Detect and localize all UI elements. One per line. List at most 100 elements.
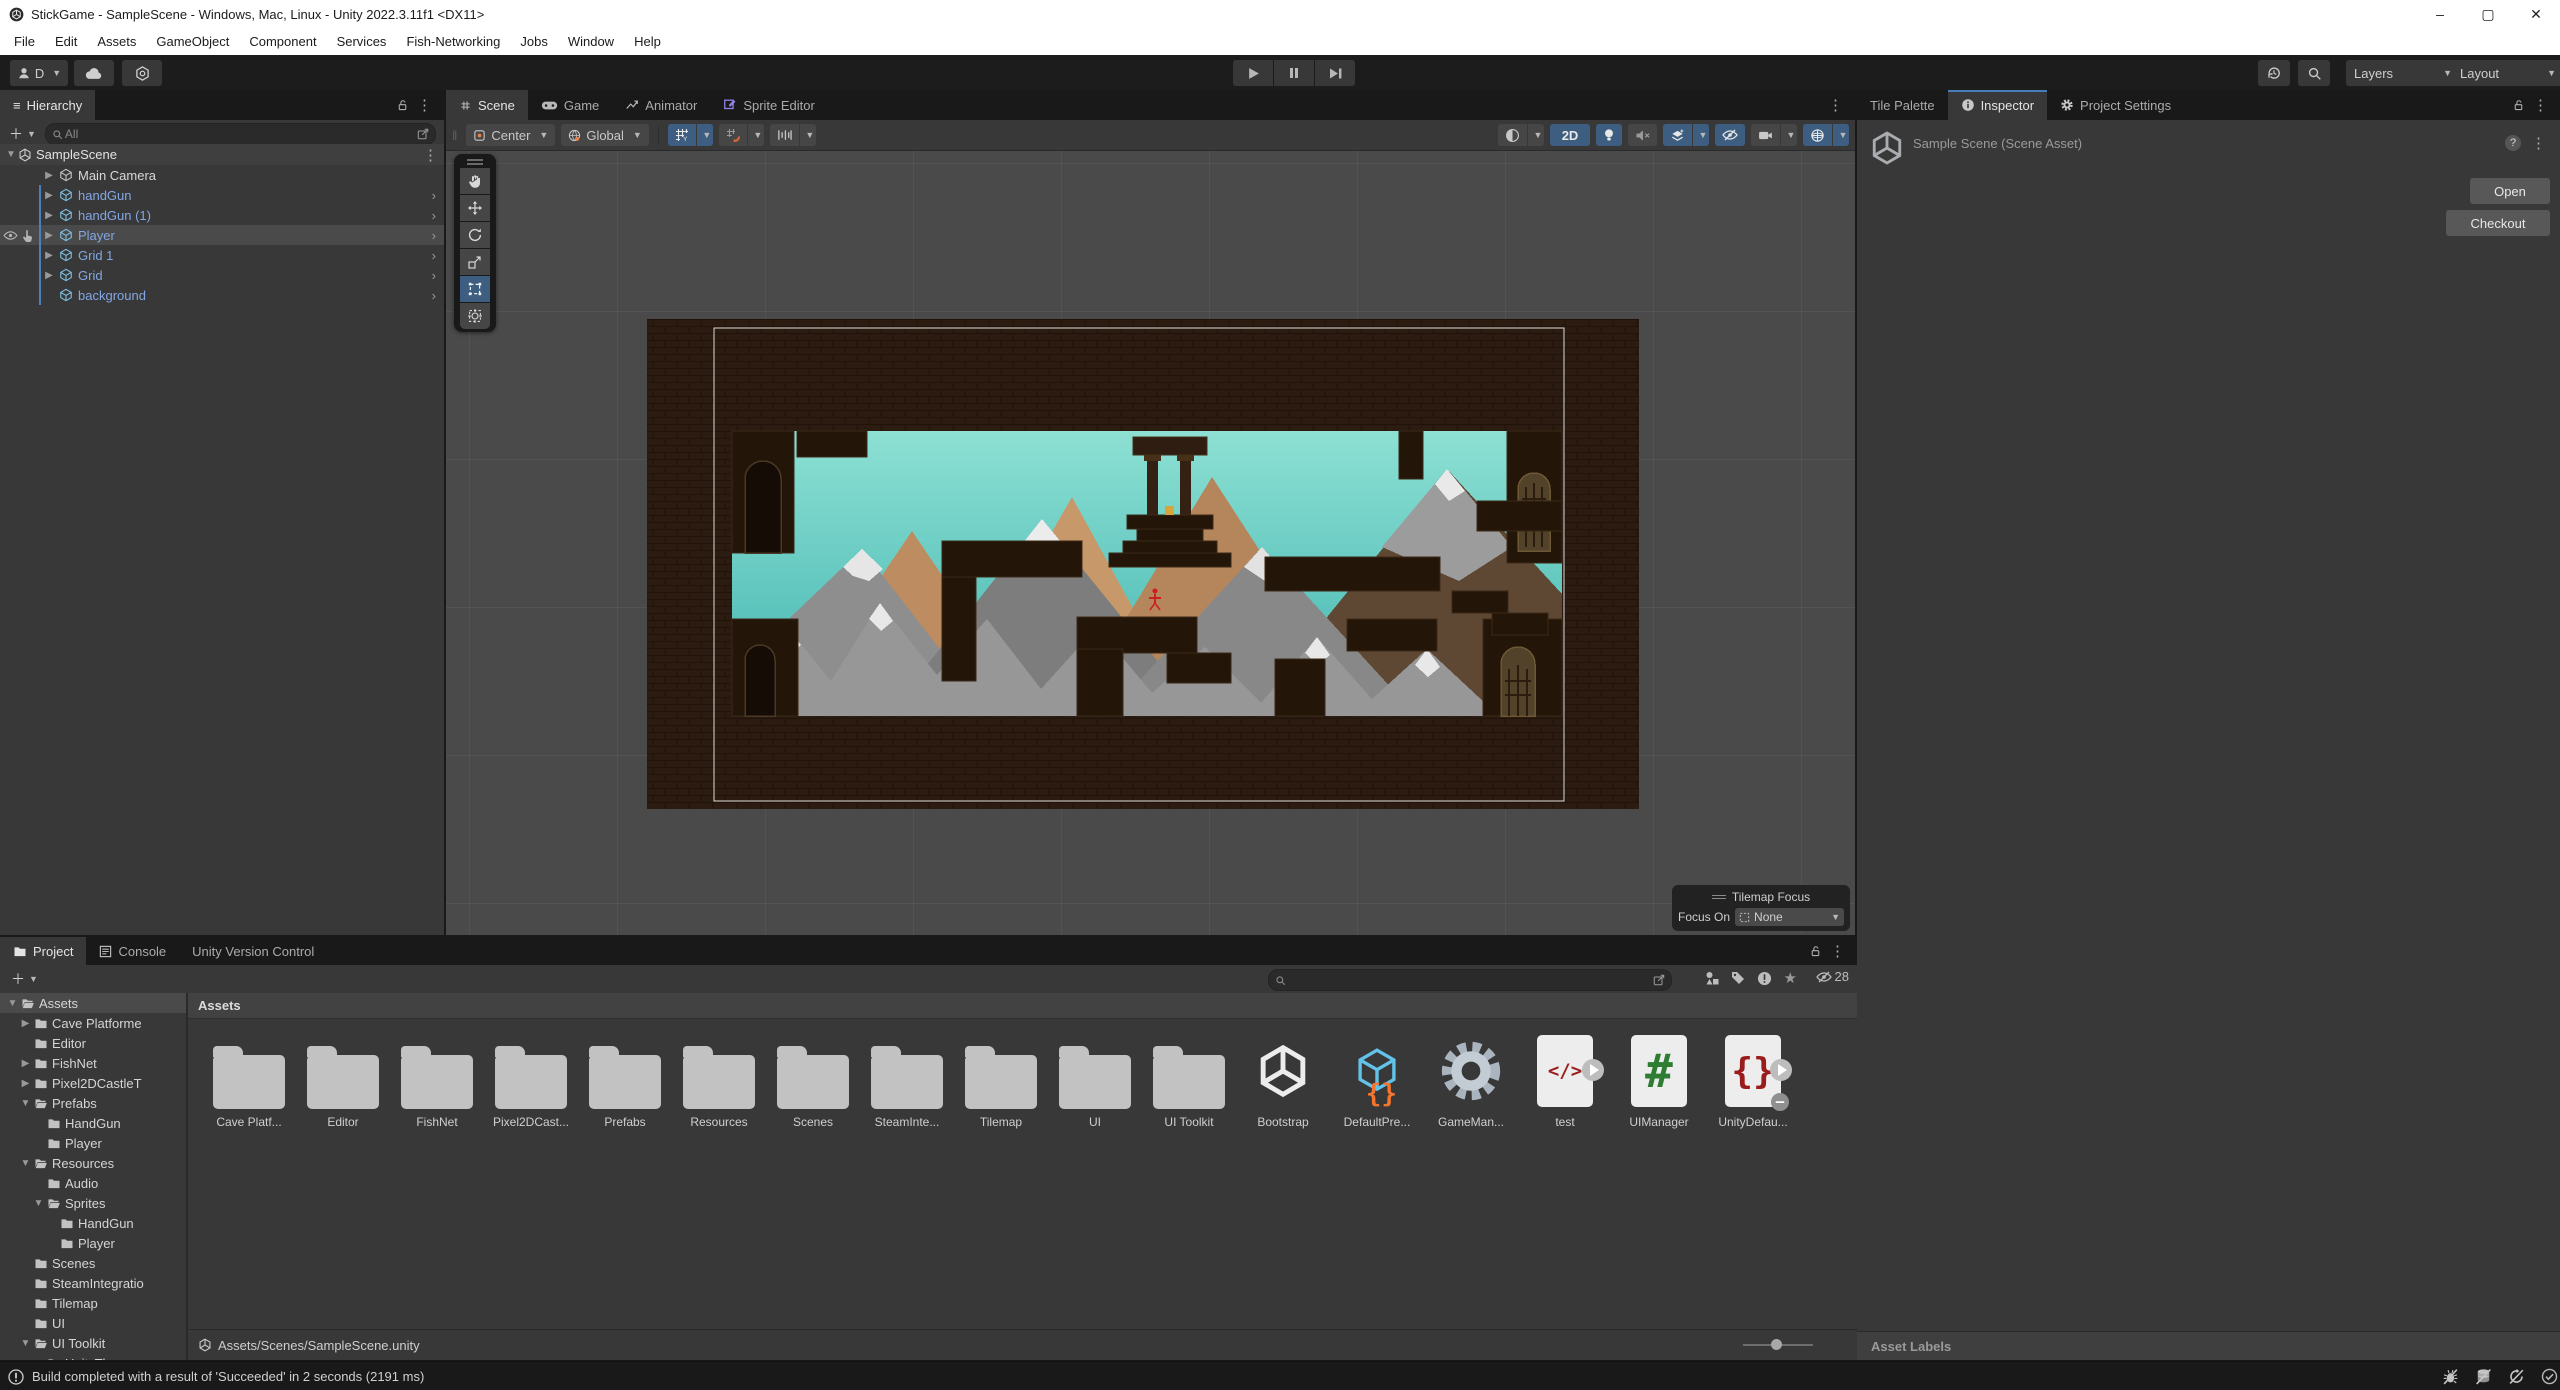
lock-icon[interactable]	[1809, 945, 1822, 958]
expand-arrow-icon[interactable]: ▶	[41, 270, 57, 281]
gizmos-dropdown[interactable]: ▼	[1833, 124, 1849, 146]
scene-lighting-toggle[interactable]	[1596, 124, 1622, 146]
kebab-menu-icon[interactable]: ⋮	[2527, 96, 2554, 114]
tab-console[interactable]: Console	[86, 937, 179, 965]
drag-handle-icon[interactable]: ‖	[452, 128, 458, 143]
drag-handle-icon[interactable]	[1712, 893, 1726, 901]
project-tree-item[interactable]: ▶FishNet	[0, 1053, 186, 1073]
prefab-open-chevron-icon[interactable]: ›	[432, 288, 436, 303]
2d-mode-toggle[interactable]: 2D	[1550, 124, 1590, 146]
scale-tool[interactable]	[460, 249, 490, 275]
add-gameobject-button[interactable]: ＋▼	[4, 124, 41, 144]
picker-icon[interactable]	[1653, 974, 1665, 986]
expand-arrow-icon[interactable]: ▶	[41, 190, 57, 201]
grid-snapping-dropdown[interactable]: ▼	[697, 124, 713, 146]
gizmos-toggle[interactable]	[1803, 124, 1832, 146]
project-tree-item[interactable]: ▼Resources	[0, 1153, 186, 1173]
global-search-button[interactable]	[2298, 60, 2330, 86]
create-asset-button[interactable]: ＋▼	[6, 969, 43, 989]
expand-arrow-icon[interactable]: ▼	[32, 1198, 45, 1209]
project-tree-item[interactable]: HandGun	[0, 1113, 186, 1133]
visibility-eye-icon[interactable]	[3, 230, 18, 241]
checkout-button[interactable]: Checkout	[2446, 210, 2550, 236]
tab-scene[interactable]: Scene	[446, 90, 528, 120]
project-tree-item[interactable]: Tilemap	[0, 1293, 186, 1313]
hierarchy-item[interactable]: ▶Main Camera	[0, 165, 444, 185]
prefab-open-chevron-icon[interactable]: ›	[432, 268, 436, 283]
icon-size-slider[interactable]	[1743, 1344, 1813, 1346]
tab-unity-version-control[interactable]: Unity Version Control	[179, 937, 327, 965]
hierarchy-scene-row[interactable]: ▼ SampleScene ⋮	[0, 144, 444, 165]
search-by-label-icon[interactable]	[1731, 971, 1745, 985]
asset-item[interactable]: UI Toolkit	[1142, 1031, 1236, 1129]
step-button[interactable]	[1315, 60, 1355, 86]
minimize-button[interactable]: –	[2416, 0, 2464, 28]
pickability-hand-icon[interactable]	[21, 229, 33, 242]
project-tree-item[interactable]: ▼Sprites	[0, 1193, 186, 1213]
asset-item[interactable]: Bootstrap	[1236, 1031, 1330, 1129]
favorites-star-icon[interactable]: ★	[1784, 969, 1797, 987]
snap-dropdown[interactable]: ▼	[748, 124, 764, 146]
tab-game[interactable]: Game	[528, 90, 612, 120]
expand-arrow-icon[interactable]: ▶	[19, 1018, 32, 1029]
asset-item[interactable]: Prefabs	[578, 1031, 672, 1129]
menu-window[interactable]: Window	[558, 34, 624, 49]
project-tree-item[interactable]: Audio	[0, 1173, 186, 1193]
tab-hierarchy[interactable]: ≡ Hierarchy	[0, 90, 95, 120]
rotate-tool[interactable]	[460, 222, 490, 248]
status-message[interactable]: Build completed with a result of 'Succee…	[32, 1369, 424, 1384]
prefab-open-chevron-icon[interactable]: ›	[432, 188, 436, 203]
search-importlog-icon[interactable]	[1757, 971, 1772, 986]
hidden-objects-toggle[interactable]	[1715, 124, 1745, 146]
help-icon[interactable]: ?	[2505, 135, 2521, 151]
hierarchy-item[interactable]: background›	[0, 285, 444, 305]
kebab-menu-icon[interactable]: ⋮	[417, 146, 444, 164]
handle-space-dropdown[interactable]: Global ▼	[561, 124, 649, 146]
menu-assets[interactable]: Assets	[87, 34, 146, 49]
search-by-type-icon[interactable]	[1705, 971, 1719, 985]
project-tree-item[interactable]: Player	[0, 1233, 186, 1253]
rect-tool[interactable]	[460, 276, 490, 302]
expand-arrow-icon[interactable]: ▶	[19, 1058, 32, 1069]
camera-dropdown[interactable]: ▼	[1781, 124, 1797, 146]
asset-item[interactable]: UI	[1048, 1031, 1142, 1129]
asset-item[interactable]: Resources	[672, 1031, 766, 1129]
asset-item[interactable]: #UIManager	[1612, 1031, 1706, 1129]
asset-item[interactable]: Tilemap	[954, 1031, 1048, 1129]
project-tree-item[interactable]: Scenes	[0, 1253, 186, 1273]
hidden-packages-toggle[interactable]: 28	[1816, 969, 1849, 984]
auto-refresh-disabled-icon[interactable]	[2508, 1368, 2525, 1385]
menu-help[interactable]: Help	[624, 34, 671, 49]
lock-icon[interactable]	[396, 99, 409, 112]
slider-knob[interactable]	[1771, 1339, 1782, 1350]
asset-labels-header[interactable]: Asset Labels	[1857, 1331, 2560, 1360]
asset-item[interactable]: Pixel2DCast...	[484, 1031, 578, 1129]
hierarchy-item[interactable]: ▶Player›	[0, 225, 444, 245]
prefab-open-chevron-icon[interactable]: ›	[432, 208, 436, 223]
tab-project[interactable]: Project	[0, 937, 86, 965]
hierarchy-search-input[interactable]	[63, 126, 417, 142]
snap-increment-toggle[interactable]	[770, 124, 799, 146]
expand-arrow-icon[interactable]: ▶	[41, 170, 57, 181]
kebab-menu-icon[interactable]: ⋮	[1822, 96, 1849, 114]
expand-arrow-icon[interactable]: ▶	[41, 250, 57, 261]
asset-item[interactable]: Cave Platf...	[202, 1031, 296, 1129]
prefab-open-chevron-icon[interactable]: ›	[432, 228, 436, 243]
hierarchy-item[interactable]: ▶handGun›	[0, 185, 444, 205]
asset-item[interactable]: FishNet	[390, 1031, 484, 1129]
audio-mute-toggle[interactable]	[1628, 124, 1657, 146]
code-coverage-check-icon[interactable]	[2541, 1368, 2558, 1385]
menu-jobs[interactable]: Jobs	[510, 34, 557, 49]
draw-mode-button[interactable]	[1498, 124, 1527, 146]
picker-icon[interactable]	[417, 128, 429, 140]
unity-hub-button[interactable]	[122, 60, 162, 86]
snap-increment-dropdown[interactable]: ▼	[800, 124, 816, 146]
debugger-disabled-icon[interactable]	[2442, 1368, 2459, 1385]
menu-fish-networking[interactable]: Fish-Networking	[396, 34, 510, 49]
cloud-button[interactable]	[74, 60, 114, 86]
kebab-menu-icon[interactable]: ⋮	[2525, 134, 2552, 152]
kebab-menu-icon[interactable]: ⋮	[411, 96, 438, 114]
project-tree-item[interactable]: ▼UI Toolkit	[0, 1333, 186, 1353]
grid-snapping-toggle[interactable]: Y	[668, 124, 696, 146]
move-tool[interactable]	[460, 195, 490, 221]
